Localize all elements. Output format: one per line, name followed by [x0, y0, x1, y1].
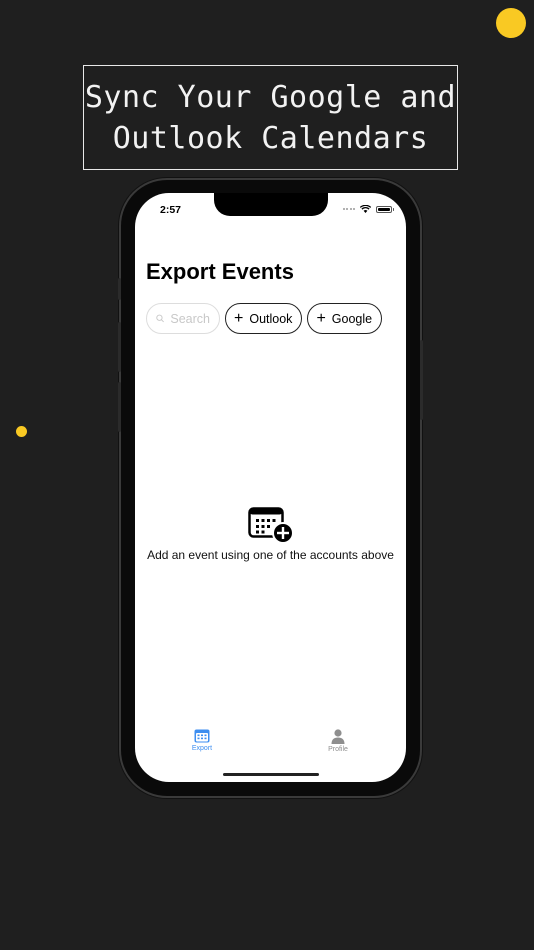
volume-up-button: [118, 322, 121, 372]
page-title: Export Events: [146, 259, 294, 284]
decorative-dot: [496, 8, 526, 38]
signal-icon: [342, 208, 355, 210]
calendar-add-icon: [247, 507, 294, 544]
notch: [214, 193, 328, 216]
tab-export[interactable]: Export: [172, 729, 232, 752]
plus-icon: +: [234, 309, 244, 327]
empty-state-text: Add an event using one of the accounts a…: [147, 548, 394, 562]
tab-profile[interactable]: Profile: [308, 729, 368, 753]
volume-down-button: [118, 382, 121, 432]
add-google-button[interactable]: + Google: [307, 303, 383, 334]
tab-profile-label: Profile: [328, 746, 348, 753]
plus-icon: +: [316, 309, 326, 327]
person-icon: [331, 729, 345, 744]
search-input[interactable]: Search: [146, 303, 220, 334]
decorative-dot: [16, 426, 27, 437]
add-outlook-label: Outlook: [249, 311, 293, 326]
home-indicator: [223, 773, 319, 776]
add-outlook-button[interactable]: + Outlook: [225, 303, 303, 334]
account-chips: Search + Outlook + Google: [146, 303, 383, 334]
search-icon: [156, 314, 164, 323]
search-placeholder: Search: [170, 311, 210, 326]
app-screen: 2:57 Export Events Search + Outlook + Go…: [135, 193, 406, 782]
status-time: 2:57: [160, 204, 182, 216]
headline-line-1: Sync Your Google and: [84, 79, 457, 115]
battery-icon: [376, 205, 394, 213]
wifi-icon: [360, 205, 371, 213]
tab-export-label: Export: [191, 745, 213, 752]
add-google-label: Google: [331, 311, 373, 326]
status-icons: [342, 205, 394, 213]
mute-switch: [118, 278, 121, 300]
promo-headline: Sync Your Google and Outlook Calendars: [83, 65, 458, 170]
phone-frame: 2:57 Export Events Search + Outlook + Go…: [118, 180, 423, 796]
empty-state: Add an event using one of the accounts a…: [135, 506, 406, 562]
calendar-icon: [194, 729, 210, 743]
power-button: [420, 340, 423, 420]
headline-line-2: Outlook Calendars: [112, 120, 429, 156]
